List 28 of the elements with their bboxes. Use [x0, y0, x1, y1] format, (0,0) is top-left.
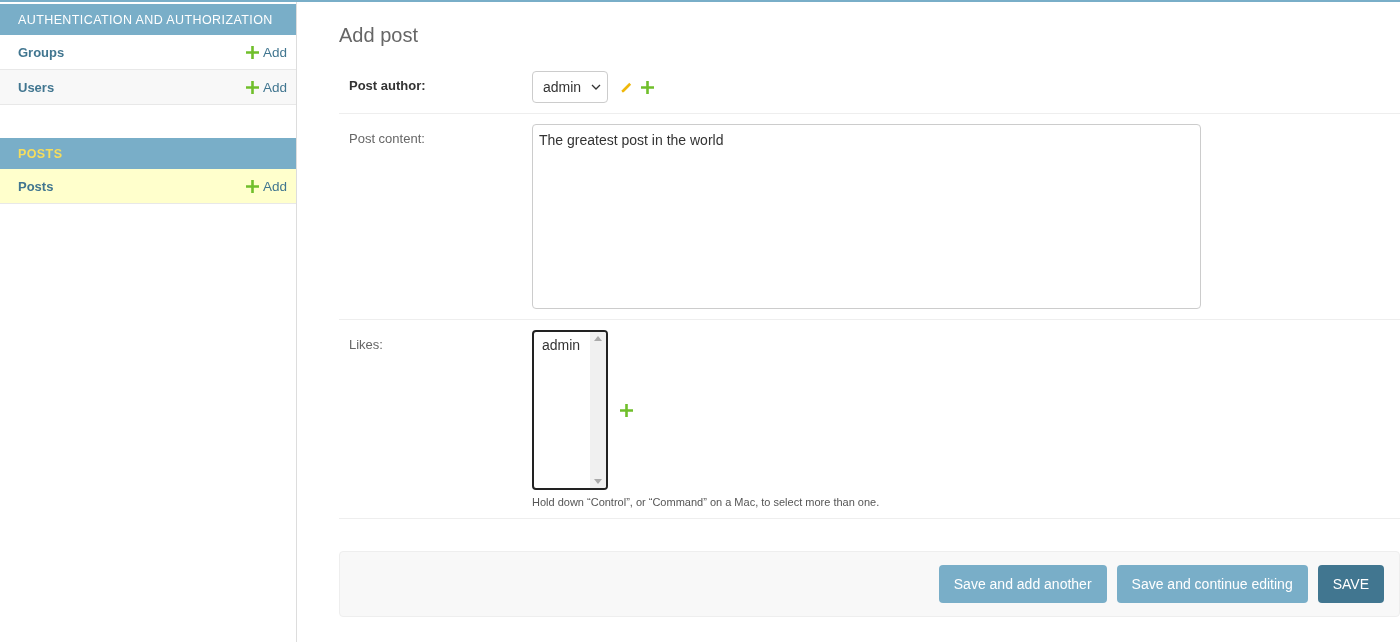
page-title: Add post — [339, 24, 419, 47]
plus-icon[interactable] — [620, 403, 633, 417]
scrollbar[interactable] — [590, 332, 606, 488]
sidebar-row[interactable]: Posts Add — [0, 169, 296, 204]
chevron-down-icon — [591, 84, 602, 90]
plus-icon[interactable] — [245, 179, 259, 193]
sidebar-row[interactable]: Users Add — [0, 70, 296, 105]
plus-icon[interactable] — [245, 45, 259, 59]
select-field[interactable]: admin — [532, 71, 609, 103]
help-text: Hold down “Control”, or “Command” on a Mac, to select more than one. — [532, 496, 880, 508]
field-label: Post author: — [349, 77, 427, 95]
scroll-up-icon[interactable] — [594, 336, 602, 341]
submit-button[interactable]: SAVE — [1317, 565, 1384, 603]
add-link[interactable]: Add — [245, 178, 287, 194]
textarea-field[interactable]: The greatest post in the world — [532, 124, 1201, 309]
model-link[interactable]: Groups — [18, 44, 65, 60]
add-link[interactable]: Add — [245, 44, 287, 60]
model-link[interactable]: Users — [18, 79, 55, 95]
add-link[interactable]: Add — [245, 79, 287, 95]
plus-icon[interactable] — [641, 80, 655, 94]
multi-select-field[interactable]: admin — [532, 330, 608, 490]
pencil-icon[interactable] — [620, 80, 634, 94]
plus-icon[interactable] — [245, 80, 259, 94]
select-option[interactable]: admin — [534, 332, 590, 358]
field-label: Post content: — [349, 130, 426, 148]
model-link[interactable]: Posts — [18, 178, 54, 194]
scroll-down-icon[interactable] — [594, 479, 602, 484]
field-label: Likes: — [349, 336, 384, 354]
